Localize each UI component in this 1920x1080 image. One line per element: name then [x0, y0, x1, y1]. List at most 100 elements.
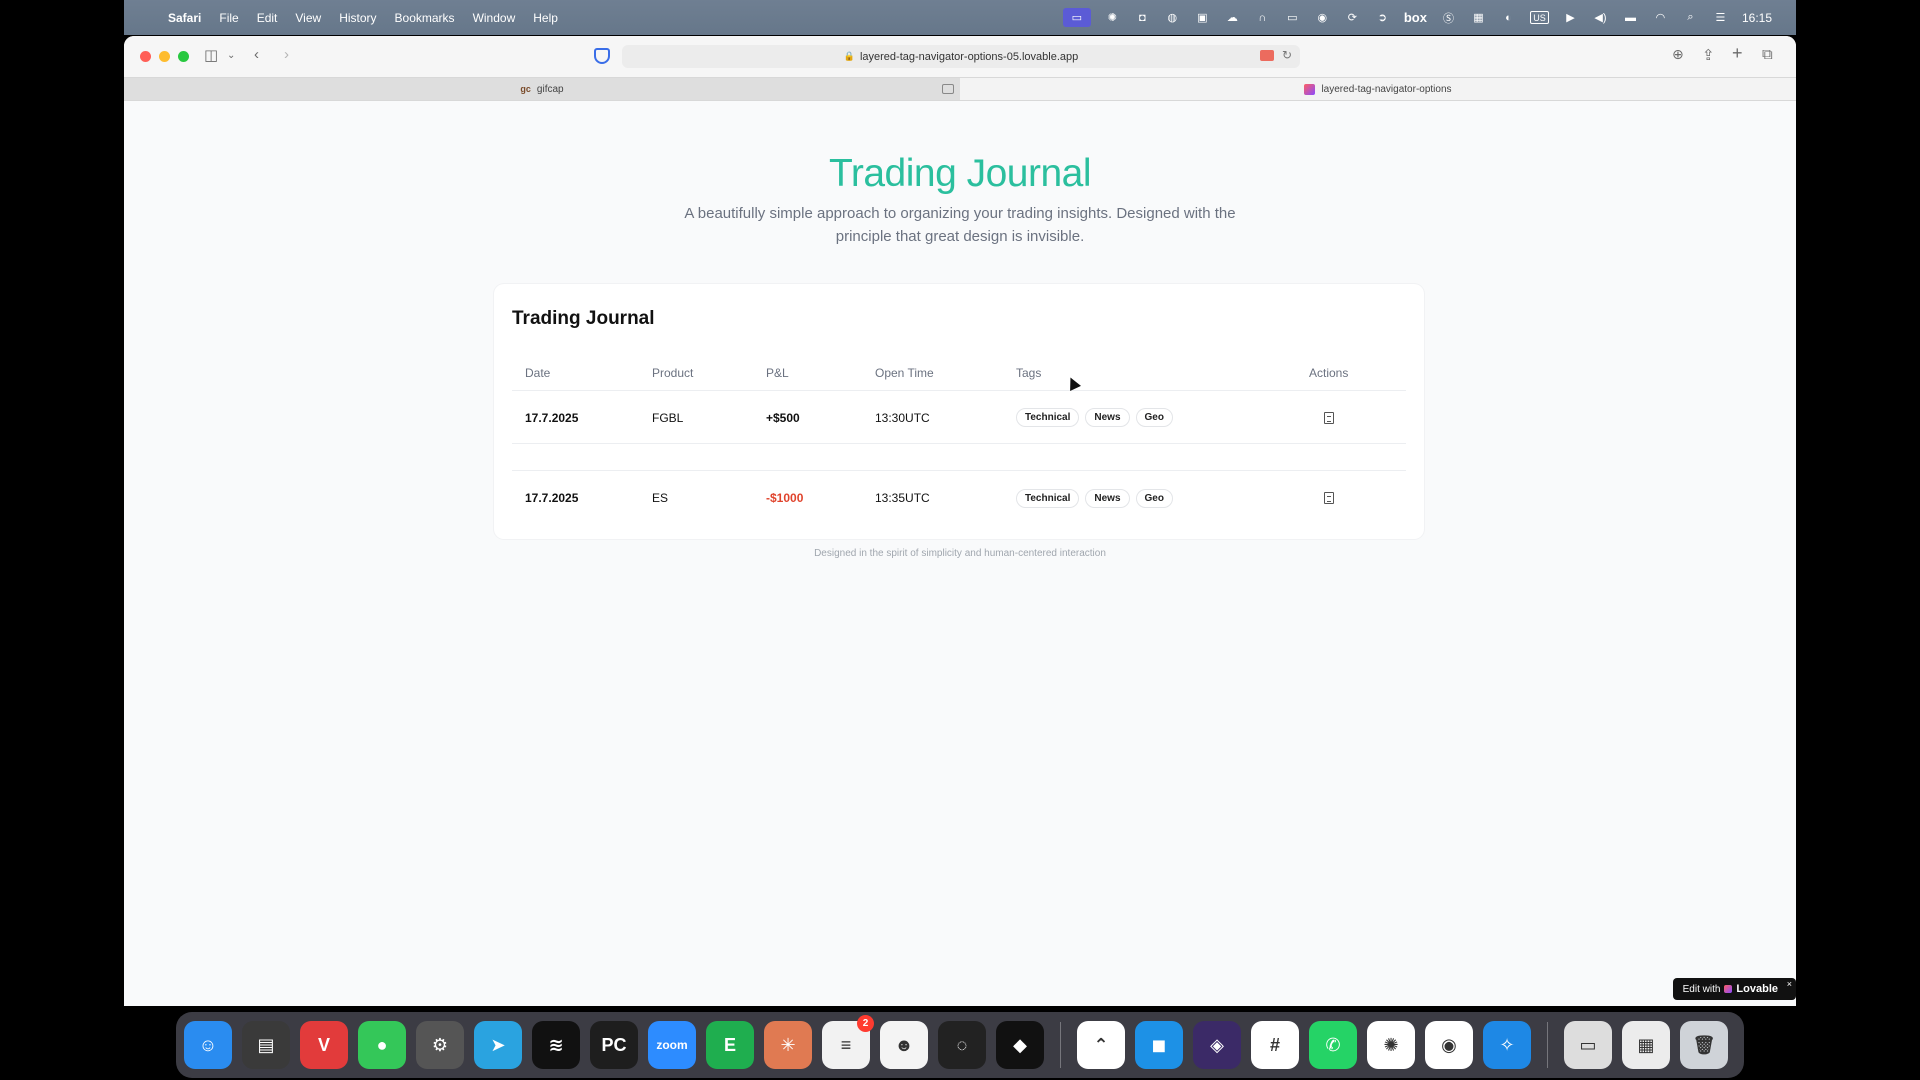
- sidebar-toggle-icon[interactable]: ◫: [204, 46, 218, 64]
- downloads-icon[interactable]: ⊕: [1672, 46, 1684, 63]
- wifi-icon[interactable]: ◠: [1652, 11, 1669, 24]
- safari-icon[interactable]: ✧: [1483, 1021, 1531, 1069]
- battery-icon[interactable]: ▬: [1622, 11, 1639, 24]
- search-icon[interactable]: ⌕: [1682, 11, 1699, 24]
- circle-a-icon[interactable]: ◉: [1314, 11, 1331, 24]
- tab-layered-tag-navigator-label: layered-tag-navigator-options: [1321, 83, 1452, 95]
- close-badge-icon[interactable]: ×: [1787, 979, 1792, 989]
- finder-icon[interactable]: ☺: [184, 1021, 232, 1069]
- dock-glyph: 🗑: [1692, 1034, 1716, 1055]
- tag-technical[interactable]: Technical: [1016, 488, 1080, 508]
- tag-technical[interactable]: Technical: [1016, 408, 1080, 427]
- lovable-favicon-icon: [1304, 83, 1316, 95]
- journal-card: Trading Journal Date Product P&L Open Ti…: [494, 284, 1424, 539]
- loader-icon[interactable]: ◌: [938, 1021, 986, 1069]
- wechat-icon[interactable]: ◍: [1164, 11, 1181, 24]
- menu-file[interactable]: File: [219, 11, 238, 25]
- camera-icon[interactable]: ◘: [1134, 11, 1151, 24]
- telegram-icon[interactable]: ➤: [474, 1021, 522, 1069]
- forward-icon[interactable]: ›: [284, 46, 289, 63]
- downloads-stack-icon[interactable]: ▭: [1564, 1021, 1612, 1069]
- chrome-icon[interactable]: ◉: [1425, 1021, 1473, 1069]
- messages-icon[interactable]: ●: [358, 1021, 406, 1069]
- ollama-icon[interactable]: ☻: [880, 1021, 928, 1069]
- display-icon[interactable]: ▭: [1284, 11, 1301, 24]
- menu-history[interactable]: History: [339, 11, 376, 25]
- grid-icon[interactable]: ✺: [1104, 11, 1121, 24]
- menu-window[interactable]: Window: [473, 11, 516, 25]
- table-row[interactable]: 17.7.2025 FGBL +$500 13:30UTC Technical …: [512, 392, 1406, 444]
- close-window-icon[interactable]: [140, 51, 151, 62]
- menu-app-name[interactable]: Safari: [168, 11, 201, 25]
- menu-clock[interactable]: 16:15: [1742, 11, 1772, 25]
- docker-icon[interactable]: ◼: [1135, 1021, 1183, 1069]
- chatgpt-icon[interactable]: ✺: [1367, 1021, 1415, 1069]
- play-icon[interactable]: ▶: [1562, 11, 1579, 24]
- spotify-icon[interactable]: ≋: [532, 1021, 580, 1069]
- browser-window: ◫ ⌄ ‹ › 🔒 layered-tag-navigator-options-…: [124, 36, 1796, 1006]
- claude-icon[interactable]: ✳: [764, 1021, 812, 1069]
- card-title: Trading Journal: [512, 308, 655, 329]
- cloud-icon[interactable]: ☁: [1224, 11, 1241, 24]
- volume-icon[interactable]: ◀): [1592, 11, 1609, 24]
- dock-glyph: ◆: [1013, 1034, 1027, 1055]
- maximize-window-icon[interactable]: [178, 51, 189, 62]
- s-icon[interactable]: Ⓢ: [1440, 11, 1457, 25]
- arrow-icon[interactable]: ➲: [1374, 11, 1391, 24]
- new-tab-icon[interactable]: +: [1732, 43, 1743, 64]
- document-icon[interactable]: [1324, 492, 1334, 504]
- minimize-window-icon[interactable]: [159, 51, 170, 62]
- sync-icon[interactable]: ⟳: [1344, 11, 1361, 24]
- screenshot-stack-icon[interactable]: ▦: [1622, 1021, 1670, 1069]
- arc-icon[interactable]: ∩: [1254, 11, 1271, 24]
- tag-geo[interactable]: Geo: [1135, 488, 1173, 508]
- tag-geo[interactable]: Geo: [1135, 408, 1173, 427]
- privacy-shield-icon[interactable]: [594, 48, 610, 64]
- chevron-down-icon[interactable]: ⌄: [227, 50, 235, 61]
- system-settings-icon[interactable]: ⚙: [416, 1021, 464, 1069]
- back-icon[interactable]: ‹: [254, 46, 259, 63]
- evernote-icon[interactable]: E: [706, 1021, 754, 1069]
- reminders-icon[interactable]: ≡ 2: [822, 1015, 874, 1069]
- share-icon[interactable]: ⇪: [1702, 46, 1715, 64]
- nordvpn-icon[interactable]: ⌃: [1077, 1021, 1125, 1069]
- unity-icon[interactable]: ◆: [996, 1021, 1044, 1069]
- dock-glyph: ▭: [1579, 1034, 1597, 1055]
- pycharm-icon[interactable]: PC: [590, 1021, 638, 1069]
- dock-separator: [1547, 1022, 1548, 1068]
- tag-news[interactable]: News: [1085, 488, 1130, 508]
- menu-bookmarks[interactable]: Bookmarks: [395, 11, 455, 25]
- vivaldi-icon[interactable]: V: [300, 1021, 348, 1069]
- slack-icon[interactable]: #: [1251, 1021, 1299, 1069]
- reload-icon[interactable]: ↻: [1282, 48, 1292, 62]
- menu-help[interactable]: Help: [533, 11, 558, 25]
- window-grid-icon[interactable]: ▦: [1470, 11, 1487, 24]
- bag-icon[interactable]: ▣: [1194, 11, 1211, 24]
- screen-record-icon[interactable]: ▭: [1062, 8, 1091, 27]
- row-pnl: -$1000: [766, 491, 804, 505]
- zoom-icon[interactable]: zoom: [648, 1021, 696, 1069]
- record-indicator-icon[interactable]: [1260, 50, 1274, 61]
- notes-icon[interactable]: ▤: [242, 1021, 290, 1069]
- input-source-icon[interactable]: US: [1529, 11, 1549, 24]
- tab-gifcap[interactable]: gc gifcap: [124, 78, 960, 100]
- table-row[interactable]: 17.7.2025 ES -$1000 13:35UTC Technical N…: [512, 472, 1406, 524]
- tab-media-icon[interactable]: [942, 84, 954, 94]
- menu-view[interactable]: View: [295, 11, 321, 25]
- address-url: layered-tag-navigator-options-05.lovable…: [859, 50, 1079, 63]
- evernote-menu-icon[interactable]: ◐: [1500, 11, 1517, 24]
- control-center-icon[interactable]: ☰: [1712, 11, 1729, 24]
- box-icon[interactable]: box: [1404, 10, 1427, 25]
- trash-icon[interactable]: 🗑: [1680, 1021, 1728, 1069]
- document-icon[interactable]: [1324, 411, 1334, 424]
- address-bar[interactable]: 🔒 layered-tag-navigator-options-05.lovab…: [622, 45, 1300, 68]
- obsidian-icon[interactable]: ◈: [1193, 1021, 1241, 1069]
- tab-layered-tag-navigator[interactable]: layered-tag-navigator-options: [960, 78, 1796, 100]
- tab-overview-icon[interactable]: ⧉: [1762, 46, 1773, 63]
- dock-glyph: ≋: [548, 1034, 564, 1055]
- edit-with-lovable-badge[interactable]: Edit with Lovable ×: [1672, 978, 1796, 1000]
- menu-bar: Safari File Edit View History Bookmarks …: [124, 0, 1796, 35]
- menu-edit[interactable]: Edit: [257, 11, 278, 25]
- whatsapp-icon[interactable]: ✆: [1309, 1021, 1357, 1069]
- tag-news[interactable]: News: [1085, 408, 1130, 427]
